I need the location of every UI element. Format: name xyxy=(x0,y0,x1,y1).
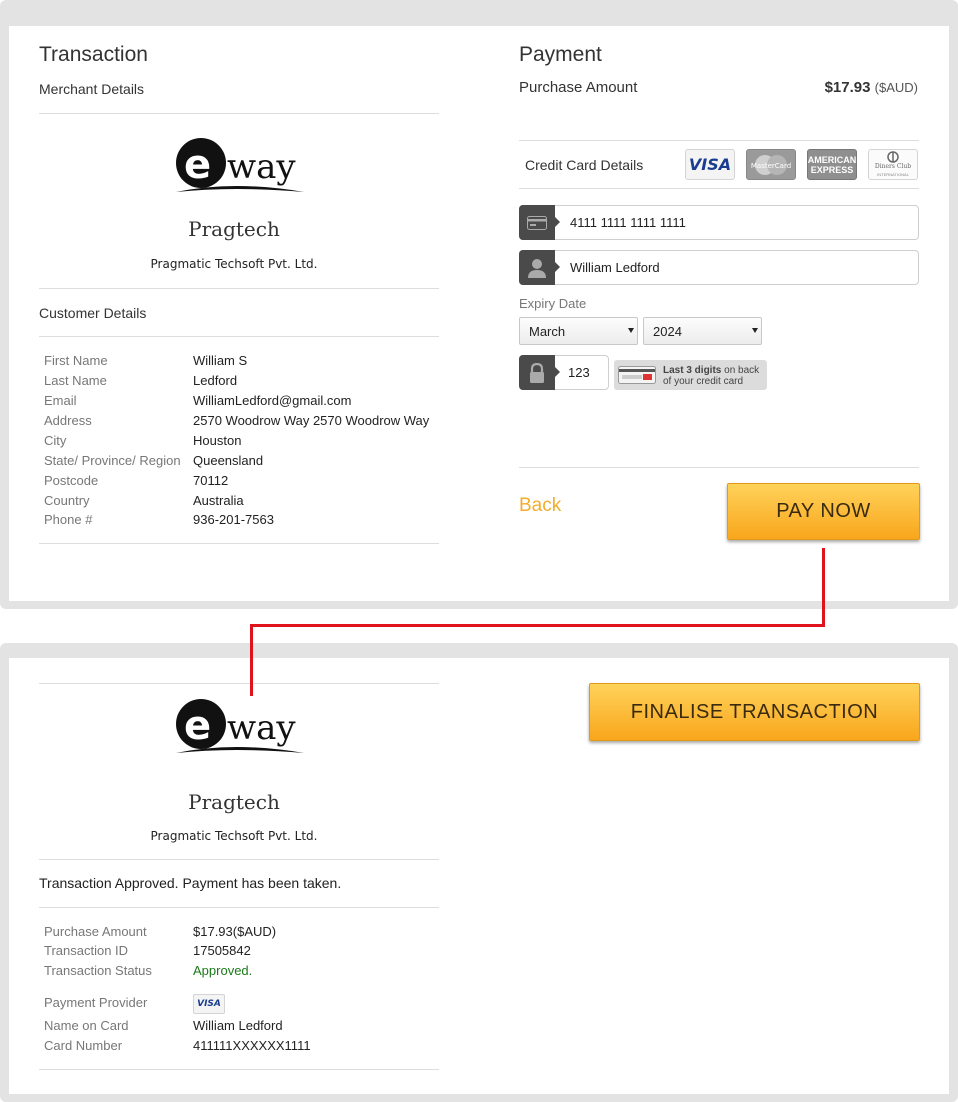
eway-logo: e way xyxy=(174,136,306,198)
divider xyxy=(39,543,439,544)
divider xyxy=(519,140,919,141)
purchase-amount-value: $17.93($AUD) xyxy=(193,924,277,939)
diners-club-logo: Diners Club INTERNATIONAL xyxy=(868,149,918,180)
svg-text:e: e xyxy=(184,703,211,749)
card-number-field[interactable]: 4111 1111 1111 1111 xyxy=(519,205,919,240)
credit-card-icon xyxy=(519,205,560,240)
svg-text:way: way xyxy=(227,147,296,187)
credit-card-details-label: Credit Card Details xyxy=(525,157,644,173)
svg-text:way: way xyxy=(227,708,296,748)
purchase-amount-label: Purchase Amount xyxy=(519,79,638,96)
postcode-value: 70112 xyxy=(193,473,229,488)
merchant-company-name: Pragmatic Techsoft Pvt. Ltd. xyxy=(150,257,318,271)
merchant-brand-name: Pragtech xyxy=(188,217,280,241)
card-back-icon xyxy=(618,366,656,384)
customer-details-label: Customer Details xyxy=(39,305,147,321)
svg-text:MasterCard: MasterCard xyxy=(751,162,791,170)
merchant-details-label: Merchant Details xyxy=(39,81,145,97)
payment-title: Payment xyxy=(519,43,602,66)
expiry-month-value: March xyxy=(529,324,566,339)
mastercard-logo: MasterCard xyxy=(746,149,796,180)
flow-connector xyxy=(822,548,825,627)
transaction-id-label: Transaction ID xyxy=(44,943,129,958)
lock-icon xyxy=(519,355,560,390)
payment-page-content: Transaction Merchant Details e way Pragt… xyxy=(9,26,949,601)
eway-logo: e way xyxy=(174,697,306,759)
city-label: City xyxy=(44,433,67,448)
postcode-label: Postcode xyxy=(44,473,99,488)
svg-text:e: e xyxy=(184,142,211,188)
purchase-amount-label: Purchase Amount xyxy=(44,924,147,939)
back-link[interactable]: Back xyxy=(519,495,561,517)
divider xyxy=(39,288,439,289)
payment-page-panel: Transaction Merchant Details e way Pragt… xyxy=(0,0,958,609)
purchase-amount: $17.93 ($AUD) xyxy=(825,79,918,96)
transaction-status-label: Transaction Status xyxy=(44,963,152,978)
divider xyxy=(519,188,919,189)
pay-now-button[interactable]: PAY NOW xyxy=(727,483,920,540)
purchase-amount-currency: ($AUD) xyxy=(874,80,918,95)
divider xyxy=(39,113,439,114)
card-name-field[interactable]: William Ledford xyxy=(519,250,919,285)
expiry-month-select[interactable]: March xyxy=(519,317,638,345)
result-page-panel: e way Pragtech Pragmatic Techsoft Pvt. L… xyxy=(0,643,958,1102)
divider xyxy=(39,907,439,908)
last-name-label: Last Name xyxy=(44,373,107,388)
address-value: 2570 Woodrow Way 2570 Woodrow Way xyxy=(193,413,430,428)
expiry-year-value: 2024 xyxy=(653,324,682,339)
email-label: Email xyxy=(44,393,77,408)
cvn-hint: Last 3 digits on back of your credit car… xyxy=(614,360,767,390)
phone-value: 936-201-7563 xyxy=(193,512,274,527)
divider xyxy=(39,1069,439,1070)
cvn-value: 123 xyxy=(568,365,590,380)
divider xyxy=(39,683,439,684)
cvn-hint-text: Last 3 digits on back of your credit car… xyxy=(663,365,760,387)
expiry-year-select[interactable]: 2024 xyxy=(643,317,762,345)
first-name-value: William S xyxy=(193,353,248,368)
email-value: WilliamLedford@gmail.com xyxy=(193,393,352,408)
purchase-amount-value: $17.93 xyxy=(824,79,871,96)
card-number-value: 4111 1111 1111 1111 xyxy=(570,215,686,230)
dropdown-arrow-icon xyxy=(752,328,758,333)
city-value: Houston xyxy=(193,433,242,448)
state-label: State/ Province/ Region xyxy=(44,453,181,468)
merchant-brand-name: Pragtech xyxy=(188,790,280,814)
phone-label: Phone # xyxy=(44,512,93,527)
transaction-title: Transaction xyxy=(39,43,148,66)
visa-logo: VISA xyxy=(193,994,225,1014)
last-name-value: Ledford xyxy=(193,373,238,388)
card-name-value: William Ledford xyxy=(570,260,660,275)
approval-message: Transaction Approved. Payment has been t… xyxy=(39,875,342,891)
merchant-company-name: Pragmatic Techsoft Pvt. Ltd. xyxy=(150,829,318,843)
result-page-content: e way Pragtech Pragmatic Techsoft Pvt. L… xyxy=(9,658,949,1094)
card-number-label: Card Number xyxy=(44,1038,123,1053)
payment-provider-label: Payment Provider xyxy=(44,995,148,1010)
divider xyxy=(39,336,439,337)
transaction-status-value: Approved. xyxy=(193,963,253,978)
transaction-id-value: 17505842 xyxy=(193,943,251,958)
first-name-label: First Name xyxy=(44,353,108,368)
visa-logo: VISA xyxy=(685,149,735,180)
address-label: Address xyxy=(44,413,92,428)
state-value: Queensland xyxy=(193,453,264,468)
dropdown-arrow-icon xyxy=(628,328,634,333)
divider xyxy=(39,859,439,860)
finalise-transaction-button[interactable]: FINALISE TRANSACTION xyxy=(589,683,920,741)
divider xyxy=(519,467,919,468)
country-value: Australia xyxy=(193,493,244,508)
name-on-card-value: William Ledford xyxy=(193,1018,283,1033)
cvn-field[interactable]: 123 xyxy=(519,355,609,390)
name-on-card-label: Name on Card xyxy=(44,1018,129,1033)
card-number-value: 411111XXXXXX1111 xyxy=(193,1038,311,1053)
expiry-date-label: Expiry Date xyxy=(519,296,587,311)
person-icon xyxy=(519,250,560,285)
flow-connector xyxy=(250,624,825,627)
american-express-logo: AMERICAN EXPRESS xyxy=(807,149,857,180)
flow-connector xyxy=(250,624,253,696)
country-label: Country xyxy=(44,493,90,508)
